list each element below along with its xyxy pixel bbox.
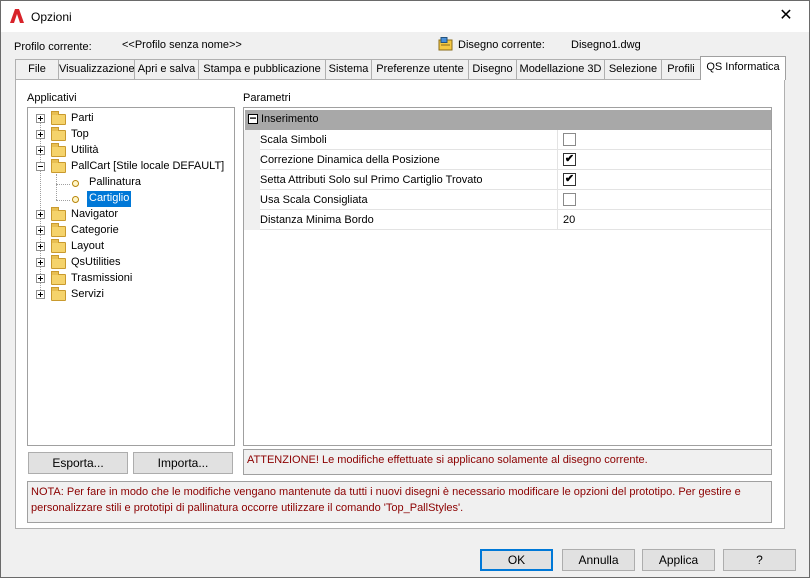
autocad-logo-icon (10, 9, 24, 23)
grid-row-name: Usa Scala Consigliata (260, 194, 368, 206)
grid-row-distanza-minima-bordo: Distanza Minima Bordo 20 (244, 210, 771, 230)
dialog-title: Opzioni (31, 10, 72, 24)
folder-icon (51, 255, 66, 269)
tab-sistema[interactable]: Sistema (325, 59, 372, 79)
ok-button[interactable]: OK (480, 549, 553, 571)
expand-icon[interactable] (36, 274, 45, 283)
scala-simboli-checkbox[interactable] (563, 133, 576, 146)
correzione-dinamica-checkbox[interactable]: ✔ (563, 153, 576, 166)
distanza-minima-bordo-input[interactable]: 20 (557, 210, 770, 230)
apply-button[interactable]: Applica (642, 549, 715, 571)
applicativi-title: Applicativi (27, 92, 77, 104)
usa-scala-consigliata-checkbox[interactable] (563, 193, 576, 206)
grid-row-usa-scala-consigliata: Usa Scala Consigliata (244, 190, 771, 210)
close-button[interactable]: ✕ (763, 1, 809, 32)
grid-row-value[interactable] (557, 130, 770, 150)
tree-item-servizi[interactable]: Servizi (28, 287, 228, 303)
folder-open-icon (51, 159, 66, 173)
expand-icon[interactable] (36, 114, 45, 123)
tree-item-pallcart[interactable]: PallCart [Stile locale DEFAULT] (28, 159, 228, 175)
tab-selezione[interactable]: Selezione (604, 59, 662, 79)
folder-icon (51, 239, 66, 253)
tab-modellazione-3d[interactable]: Modellazione 3D (516, 59, 605, 79)
expand-icon[interactable] (36, 210, 45, 219)
expand-icon[interactable] (36, 130, 45, 139)
tab-disegno[interactable]: Disegno (468, 59, 517, 79)
grid-row-name: Distanza Minima Bordo (260, 214, 374, 226)
parametri-title: Parametri (243, 92, 291, 104)
expand-icon[interactable] (36, 226, 45, 235)
note-message: NOTA: Per fare in modo che le modifiche … (27, 481, 772, 523)
grid-category-header[interactable]: − Inserimento (245, 110, 771, 130)
tab-preferenze-utente[interactable]: Preferenze utente (371, 59, 469, 79)
applicativi-tree[interactable]: Parti Top Utilità PallCart [Stile locale… (27, 107, 235, 446)
expand-icon[interactable] (36, 258, 45, 267)
grid-row-scala-simboli: Scala Simboli (244, 130, 771, 150)
folder-icon (51, 271, 66, 285)
tab-profili[interactable]: Profili (661, 59, 701, 79)
title-bar: Opzioni ✕ (1, 1, 809, 32)
tab-stampa-e-pubblicazione[interactable]: Stampa e pubblicazione (198, 59, 326, 79)
grid-row-value[interactable] (557, 190, 770, 210)
expand-icon[interactable] (36, 242, 45, 251)
grid-row-setta-attributi: Setta Attributi Solo sul Primo Cartiglio… (244, 170, 771, 190)
tree-item-top[interactable]: Top (28, 127, 228, 143)
tree-item-trasmissioni[interactable]: Trasmissioni (28, 271, 228, 287)
tree-item-qsutilities[interactable]: QsUtilities (28, 255, 228, 271)
tab-visualizzazione[interactable]: Visualizzazione (58, 59, 135, 79)
expand-icon[interactable] (36, 290, 45, 299)
drawing-file-icon (438, 37, 453, 51)
grid-row-name: Correzione Dinamica della Posizione (260, 154, 440, 166)
tree-item-cartiglio[interactable]: Cartiglio (28, 191, 228, 207)
current-drawing-value: Disegno1.dwg (571, 39, 641, 51)
tree-item-layout[interactable]: Layout (28, 239, 228, 255)
cancel-button[interactable]: Annulla (562, 549, 635, 571)
current-profile-value: <<Profilo senza nome>> (122, 39, 242, 51)
grid-row-value[interactable]: ✔ (557, 170, 770, 190)
tab-apri-e-salva[interactable]: Apri e salva (134, 59, 199, 79)
help-button[interactable]: ? (723, 549, 796, 571)
folder-icon (51, 207, 66, 221)
folder-icon (51, 223, 66, 237)
grid-row-name: Setta Attributi Solo sul Primo Cartiglio… (260, 174, 483, 186)
grid-category-label: Inserimento (261, 113, 319, 125)
grid-row-correzione-dinamica: Correzione Dinamica della Posizione ✔ (244, 150, 771, 170)
collapse-icon[interactable]: − (248, 112, 258, 124)
folder-icon (51, 111, 66, 125)
collapse-icon[interactable] (36, 162, 45, 171)
grid-gutter (244, 130, 260, 230)
folder-icon (51, 287, 66, 301)
tree-item-categorie[interactable]: Categorie (28, 223, 228, 239)
folder-icon (51, 127, 66, 141)
grid-row-name: Scala Simboli (260, 134, 327, 146)
current-drawing-label: Disegno corrente: (458, 39, 545, 51)
folder-icon (51, 143, 66, 157)
warning-message: ATTENZIONE! Le modifiche effettuate si a… (243, 449, 772, 475)
current-profile-label: Profilo corrente: (14, 41, 92, 53)
setta-attributi-checkbox[interactable]: ✔ (563, 173, 576, 186)
tree-item-navigator[interactable]: Navigator (28, 207, 228, 223)
leaf-node-icon (72, 196, 79, 203)
import-button[interactable]: Importa... (133, 452, 233, 474)
export-button[interactable]: Esporta... (28, 452, 128, 474)
expand-icon[interactable] (36, 146, 45, 155)
tree-item-parti[interactable]: Parti (28, 111, 228, 127)
tab-file[interactable]: File (15, 59, 59, 79)
tree-item-utilita[interactable]: Utilità (28, 143, 228, 159)
leaf-node-icon (72, 180, 79, 187)
parameter-grid: − Inserimento Scala Simboli Correzione D… (243, 107, 772, 446)
tab-qs-informatica[interactable]: QS Informatica (700, 56, 786, 80)
tree-item-pallinatura[interactable]: Pallinatura (28, 175, 228, 191)
options-dialog: Opzioni ✕ Profilo corrente: <<Profilo se… (0, 0, 810, 578)
close-icon: ✕ (779, 7, 793, 24)
grid-row-value[interactable]: ✔ (557, 150, 770, 170)
